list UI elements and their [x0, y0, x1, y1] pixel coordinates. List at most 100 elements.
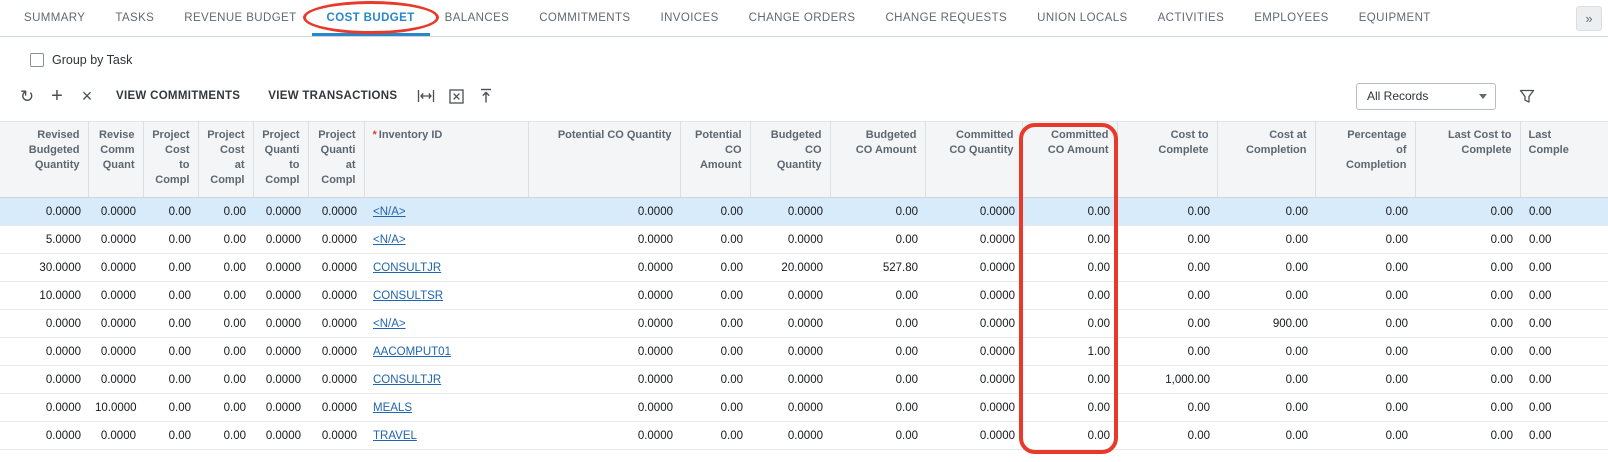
- inventory-id-link[interactable]: CONSULTSR: [373, 290, 443, 302]
- inventory-id-link[interactable]: <N/A>: [373, 234, 406, 246]
- cell-value: 0.0000: [638, 206, 673, 218]
- filter-settings-button[interactable]: [1512, 81, 1542, 111]
- inventory-id-link[interactable]: CONSULTJR: [373, 262, 441, 274]
- column-label-line: Complete: [1424, 143, 1512, 158]
- add-row-button[interactable]: +: [42, 81, 72, 111]
- inventory-id-link[interactable]: TRAVEL: [373, 430, 417, 442]
- tab-union-locals[interactable]: UNION LOCALS: [1022, 0, 1142, 36]
- cell-value: 0.0000: [266, 262, 301, 274]
- column-header-inventory-id[interactable]: *Inventory ID: [364, 122, 528, 198]
- column-label: Project: [262, 129, 299, 141]
- table-row[interactable]: 0.000010.00000.000.000.00000.0000MEALS0.…: [0, 394, 1608, 422]
- cell-value: 0.0000: [266, 206, 301, 218]
- tabs-overflow-button[interactable]: »: [1576, 6, 1602, 31]
- tab-invoices[interactable]: INVOICES: [646, 0, 734, 36]
- tab-change-orders[interactable]: CHANGE ORDERS: [734, 0, 871, 36]
- refresh-button[interactable]: ↻: [12, 81, 42, 111]
- excel-export-icon: [449, 89, 464, 104]
- table-row[interactable]: 0.00000.00000.000.000.00000.0000CONSULTJ…: [0, 366, 1608, 394]
- cell-value: 0.00: [1088, 374, 1110, 386]
- column-header-budgeted-co-amount[interactable]: Budgeted CO Amount: [830, 122, 925, 198]
- grid-toolbar: ↻ + × VIEW COMMITMENTS VIEW TRANSACTIONS: [0, 77, 1608, 115]
- records-filter-dropdown[interactable]: All Records: [1356, 83, 1496, 110]
- cell-value: 0.00: [224, 430, 246, 442]
- cell-value: 0.00: [896, 430, 918, 442]
- cell-value: 0.0000: [980, 262, 1015, 274]
- table-row[interactable]: 30.00000.00000.000.000.00000.0000CONSULT…: [0, 254, 1608, 282]
- column-label-line: to: [152, 158, 190, 173]
- table-row[interactable]: 10.00000.00000.000.000.00000.0000CONSULT…: [0, 282, 1608, 310]
- inventory-id-link[interactable]: AACOMPUT01: [373, 346, 451, 358]
- column-header-committed-co-quantity[interactable]: CommittedCO Quantity: [925, 122, 1022, 198]
- column-header-project-cost-to-complete[interactable]: ProjectCosttoCompl: [143, 122, 198, 198]
- cell-value: 0.0000: [788, 234, 823, 246]
- cell-value: 0.00: [1529, 346, 1551, 358]
- tab-activities[interactable]: ACTIVITIES: [1143, 0, 1240, 36]
- delete-row-button[interactable]: ×: [72, 81, 102, 111]
- column-header-cost-at-completion[interactable]: Cost atCompletion: [1217, 122, 1315, 198]
- tab-cost-budget[interactable]: COST BUDGET: [312, 0, 430, 36]
- tab-equipment[interactable]: EQUIPMENT: [1344, 0, 1446, 36]
- fit-width-button[interactable]: [411, 81, 441, 111]
- cell-value: 0.0000: [101, 290, 136, 302]
- column-header-potential-co-amount[interactable]: PotentialCOAmount: [680, 122, 750, 198]
- column-header-percentage-of-completion[interactable]: PercentageofCompletion: [1315, 122, 1415, 198]
- tab-revenue-budget[interactable]: REVENUE BUDGET: [169, 0, 311, 36]
- cell-value: 0.0000: [101, 430, 136, 442]
- column-label: Project: [318, 129, 355, 141]
- inventory-id-link[interactable]: <N/A>: [373, 206, 406, 218]
- table-row[interactable]: 0.00000.00000.000.000.00000.0000<N/A>0.0…: [0, 310, 1608, 338]
- column-header-last-percentage-of-completion[interactable]: LastComple: [1520, 122, 1608, 198]
- column-header-committed-co-amount[interactable]: CommittedCO Amount: [1022, 122, 1117, 198]
- column-header-project-cost-at-completion[interactable]: ProjectCostatCompl: [198, 122, 253, 198]
- column-label: of: [1396, 144, 1406, 156]
- column-label: Percentage: [1347, 129, 1406, 141]
- column-header-project-quantity-to-complete[interactable]: ProjectQuantitoCompl: [253, 122, 308, 198]
- upload-button[interactable]: [471, 81, 501, 111]
- column-header-revised-committed-quantity[interactable]: ReviseCommQuant: [88, 122, 143, 198]
- cell-value: 0.00: [1286, 290, 1308, 302]
- column-label-line: of: [1324, 143, 1407, 158]
- column-header-project-quantity-at-completion[interactable]: ProjectQuantiatCompl: [308, 122, 364, 198]
- cell-value: 1.00: [1088, 346, 1110, 358]
- column-label: Committed: [956, 129, 1013, 141]
- tab-employees[interactable]: EMPLOYEES: [1239, 0, 1344, 36]
- column-header-potential-co-quantity[interactable]: Potential CO Quantity: [528, 122, 680, 198]
- column-header-last-cost-to-complete[interactable]: Last Cost toComplete: [1415, 122, 1520, 198]
- column-label: Cost: [220, 144, 244, 156]
- table-row[interactable]: 0.00000.00000.000.000.00000.0000AACOMPUT…: [0, 338, 1608, 366]
- table-row[interactable]: 0.00000.00000.000.000.00000.0000TRAVEL0.…: [0, 422, 1608, 450]
- tab-summary[interactable]: SUMMARY: [9, 0, 100, 36]
- close-icon: ×: [82, 87, 93, 105]
- cell-value: 0.00: [1491, 262, 1513, 274]
- table-row[interactable]: 0.00000.00000.000.000.00000.0000<N/A>0.0…: [0, 198, 1608, 226]
- column-label: Quantity: [777, 159, 822, 171]
- inventory-id-link[interactable]: <N/A>: [373, 318, 406, 330]
- table-row[interactable]: 5.00000.00000.000.000.00000.0000<N/A>0.0…: [0, 226, 1608, 254]
- tab-list: SUMMARYTASKSREVENUE BUDGETCOST BUDGETBAL…: [9, 0, 1446, 36]
- tab-commitments[interactable]: COMMITMENTS: [524, 0, 645, 36]
- column-label: Budgeted: [866, 129, 917, 141]
- inventory-id-link[interactable]: CONSULTJR: [373, 374, 441, 386]
- column-header-budgeted-co-quantity[interactable]: BudgetedCOQuantity: [750, 122, 830, 198]
- inventory-id-link[interactable]: MEALS: [373, 402, 412, 414]
- column-label: Budgeted: [29, 144, 80, 156]
- cell-value: 0.00: [1491, 374, 1513, 386]
- column-label-line: Quanti: [262, 143, 300, 158]
- column-label: Quant: [103, 159, 135, 171]
- cell-value: 0.00: [1088, 430, 1110, 442]
- column-label-line: Comm: [97, 143, 135, 158]
- upload-icon: [479, 88, 493, 104]
- tab-tasks[interactable]: TASKS: [100, 0, 169, 36]
- column-label: Cost at: [1269, 129, 1306, 141]
- tab-balances[interactable]: BALANCES: [430, 0, 525, 36]
- tab-bar: SUMMARYTASKSREVENUE BUDGETCOST BUDGETBAL…: [0, 0, 1608, 37]
- column-label-line: CO Amount: [839, 143, 917, 158]
- view-commitments-button[interactable]: VIEW COMMITMENTS: [102, 81, 254, 111]
- export-excel-button[interactable]: [441, 81, 471, 111]
- view-transactions-button[interactable]: VIEW TRANSACTIONS: [254, 81, 411, 111]
- tab-change-requests[interactable]: CHANGE REQUESTS: [870, 0, 1022, 36]
- column-header-revised-budgeted-quantity[interactable]: RevisedBudgetedQuantity: [0, 122, 88, 198]
- column-header-cost-to-complete[interactable]: Cost toComplete: [1117, 122, 1217, 198]
- group-by-task-checkbox[interactable]: [30, 53, 44, 67]
